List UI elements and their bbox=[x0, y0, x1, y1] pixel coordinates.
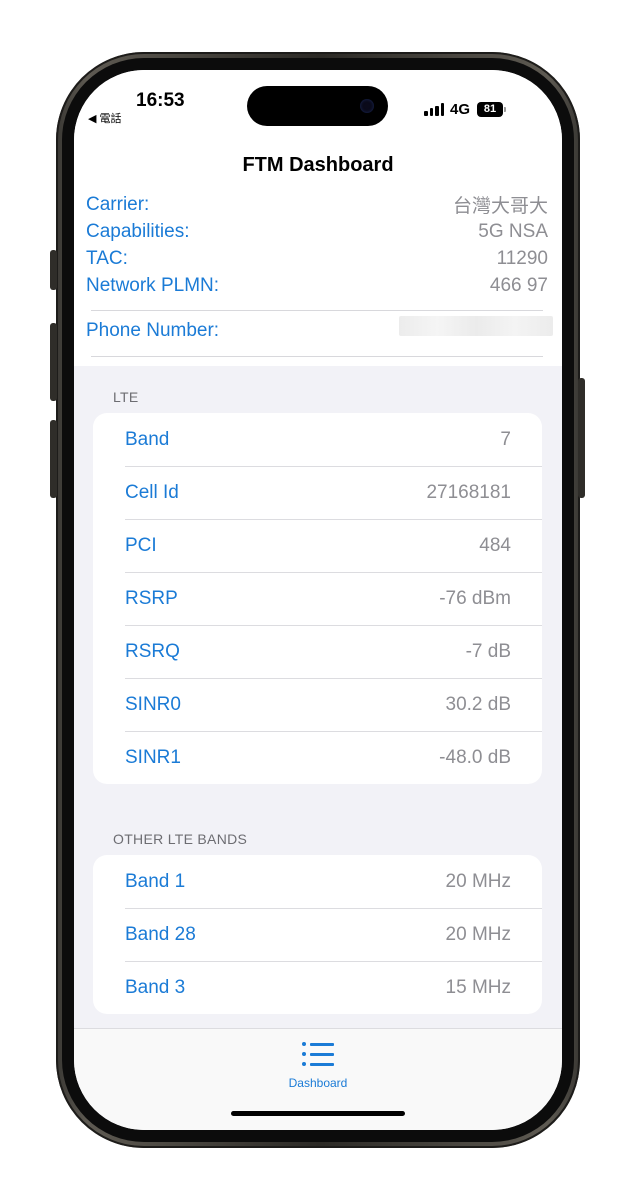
tac-row: TAC: 11290 bbox=[86, 245, 548, 272]
dynamic-island bbox=[247, 86, 388, 126]
carrier-label: Carrier: bbox=[86, 193, 150, 215]
capabilities-row: Capabilities: 5G NSA bbox=[86, 218, 548, 245]
lte-row-rsrp: RSRP -76 dBm bbox=[93, 572, 542, 625]
divider bbox=[91, 310, 543, 311]
row-label: Band 28 bbox=[125, 923, 196, 945]
volume-up-button bbox=[50, 323, 57, 401]
volume-down-button bbox=[50, 420, 57, 498]
row-label: Cell Id bbox=[125, 481, 179, 503]
capabilities-value: 5G NSA bbox=[478, 220, 548, 242]
tab-dashboard[interactable]: Dashboard bbox=[268, 1041, 368, 1090]
row-label: PCI bbox=[125, 534, 157, 556]
phone-screen: 16:53 ◀ 電話 4G 81 FTM Dashboard Carrier: … bbox=[74, 70, 562, 1130]
other-band-row: Band 1 20 MHz bbox=[93, 855, 542, 908]
battery-level: 81 bbox=[483, 103, 497, 115]
row-value: -48.0 dB bbox=[439, 746, 511, 768]
home-indicator[interactable] bbox=[231, 1111, 405, 1116]
phone-number-redacted bbox=[399, 316, 553, 336]
lte-row-sinr1: SINR1 -48.0 dB bbox=[93, 731, 542, 784]
divider bbox=[91, 356, 543, 357]
row-value: 20 MHz bbox=[445, 923, 511, 945]
action-button bbox=[50, 250, 57, 290]
plmn-value: 466 97 bbox=[489, 274, 548, 296]
tac-value: 11290 bbox=[496, 247, 548, 269]
row-label: Band 1 bbox=[125, 870, 186, 892]
status-time: 16:53 bbox=[136, 90, 185, 111]
row-value: 30.2 dB bbox=[445, 693, 512, 715]
lte-card: Band 7 Cell Id 27168181 PCI 484 RSRP -76… bbox=[93, 413, 542, 784]
tab-bar: Dashboard bbox=[74, 1028, 562, 1130]
lte-row-rsrq: RSRQ -7 dB bbox=[93, 625, 542, 678]
row-value: 15 MHz bbox=[445, 976, 511, 998]
row-value: 7 bbox=[500, 428, 511, 450]
row-value: -76 dBm bbox=[439, 587, 511, 609]
front-camera-icon bbox=[360, 99, 374, 113]
battery-icon: 81 bbox=[477, 101, 507, 117]
page-title: FTM Dashboard bbox=[242, 154, 394, 176]
power-button bbox=[578, 378, 585, 498]
network-type: 4G bbox=[450, 100, 471, 118]
row-label: SINR1 bbox=[125, 746, 181, 768]
status-indicators: 4G 81 bbox=[424, 100, 507, 118]
back-to-phone-link[interactable]: ◀ 電話 bbox=[88, 110, 122, 126]
lte-row-cell-id: Cell Id 27168181 bbox=[93, 466, 542, 519]
row-value: 27168181 bbox=[426, 481, 511, 503]
row-value: -7 dB bbox=[465, 640, 511, 662]
cellular-signal-icon bbox=[424, 102, 444, 116]
list-bullet-icon bbox=[302, 1041, 334, 1067]
plmn-label: Network PLMN: bbox=[86, 274, 220, 296]
row-label: RSRP bbox=[125, 587, 178, 609]
other-band-row: Band 28 20 MHz bbox=[93, 908, 542, 961]
row-value: 20 MHz bbox=[445, 870, 511, 892]
lte-section-header: LTE bbox=[113, 389, 139, 405]
row-label: RSRQ bbox=[125, 640, 180, 662]
phone-number-label: Phone Number: bbox=[86, 319, 220, 341]
plmn-row: Network PLMN: 466 97 bbox=[86, 272, 548, 299]
other-bands-card: Band 1 20 MHz Band 28 20 MHz Band 3 15 M… bbox=[93, 855, 542, 1014]
other-band-row: Band 3 15 MHz bbox=[93, 961, 542, 1014]
capabilities-label: Capabilities: bbox=[86, 220, 190, 242]
tac-label: TAC: bbox=[86, 247, 128, 269]
tab-dashboard-label: Dashboard bbox=[288, 1076, 348, 1090]
row-label: Band 3 bbox=[125, 976, 186, 998]
row-label: SINR0 bbox=[125, 693, 181, 715]
row-label: Band bbox=[125, 428, 170, 450]
lte-row-pci: PCI 484 bbox=[93, 519, 542, 572]
other-bands-section-header: OTHER LTE BANDS bbox=[113, 831, 248, 847]
lte-row-sinr0: SINR0 30.2 dB bbox=[93, 678, 542, 731]
carrier-row: Carrier: 台灣大哥大 bbox=[86, 191, 548, 218]
row-value: 484 bbox=[479, 534, 511, 556]
carrier-value: 台灣大哥大 bbox=[452, 196, 548, 217]
lte-row-band: Band 7 bbox=[93, 413, 542, 466]
